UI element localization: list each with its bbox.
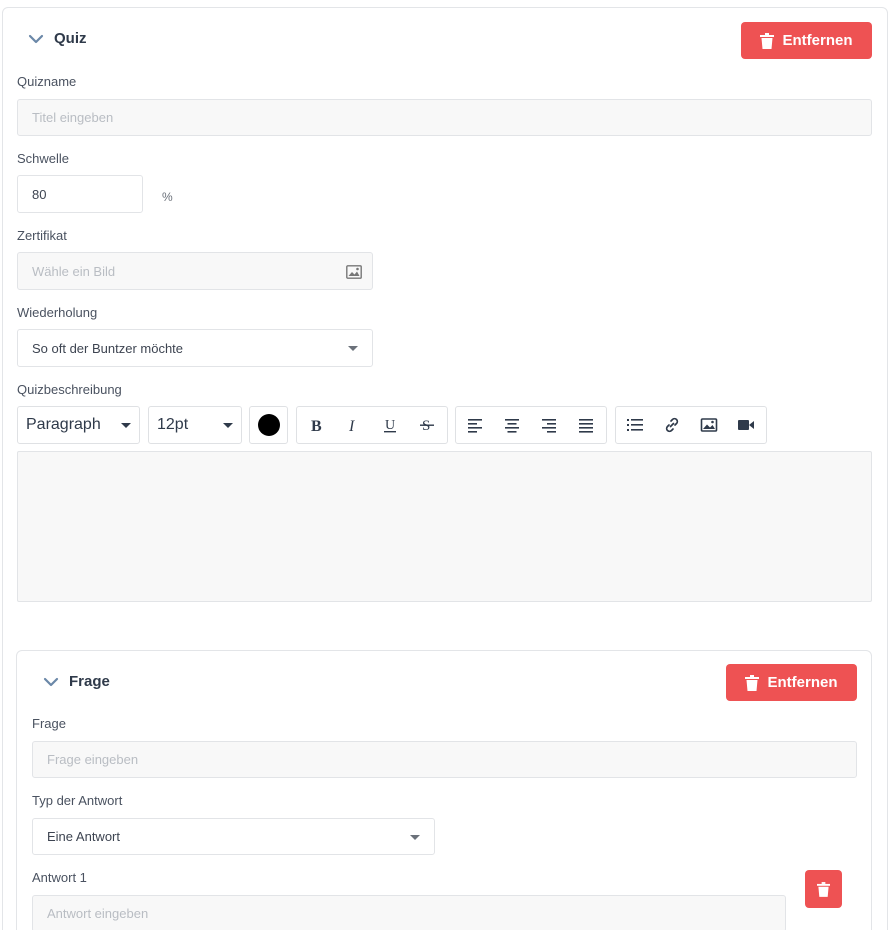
repeat-select[interactable]: So oft der Buntzer möchte xyxy=(17,329,373,367)
underline-button[interactable]: U xyxy=(371,407,408,443)
chevron-down-icon[interactable] xyxy=(28,31,44,47)
font-size-select[interactable]: 12pt xyxy=(148,406,242,444)
insert-video-button[interactable] xyxy=(727,407,764,443)
repeat-selected-value: So oft der Buntzer möchte xyxy=(32,340,184,356)
trash-icon xyxy=(760,32,775,49)
threshold-label: Schwelle xyxy=(17,151,70,166)
remove-quiz-label: Entfernen xyxy=(782,32,853,49)
remove-quiz-button[interactable]: Entfernen xyxy=(741,22,872,59)
answer-type-label: Typ der Antwort xyxy=(32,793,123,808)
chevron-down-icon xyxy=(121,423,131,428)
quiz-name-input[interactable]: Titel eingeben xyxy=(17,99,872,136)
trash-icon xyxy=(745,674,760,691)
bold-icon: B xyxy=(311,418,322,434)
remove-question-label: Entfernen xyxy=(767,674,838,691)
certificate-label: Zertifikat xyxy=(17,228,67,243)
align-justify-icon xyxy=(578,419,593,433)
question-label: Frage xyxy=(32,716,66,731)
color-swatch xyxy=(257,414,280,436)
svg-text:B: B xyxy=(311,418,322,434)
answer1-input[interactable]: Antwort eingeben xyxy=(32,895,786,930)
link-icon xyxy=(665,417,678,433)
align-justify-button[interactable] xyxy=(567,407,604,443)
alignment-group xyxy=(455,406,607,444)
font-size-value: 12pt xyxy=(157,416,189,433)
remove-answer-button[interactable] xyxy=(805,870,842,908)
description-label: Quizbeschreibung xyxy=(17,382,122,397)
image-icon[interactable] xyxy=(346,265,362,279)
answer-type-value: Eine Antwort xyxy=(47,829,120,844)
chevron-down-icon xyxy=(348,346,358,351)
strikethrough-button[interactable]: S xyxy=(408,407,445,443)
italic-icon: I xyxy=(348,418,355,434)
svg-text:I: I xyxy=(348,418,355,434)
remove-question-button[interactable]: Entfernen xyxy=(726,664,857,701)
bullet-list-icon xyxy=(626,419,643,431)
block-format-select[interactable]: Paragraph xyxy=(17,406,140,444)
insert-image-button[interactable] xyxy=(690,407,727,443)
question-input[interactable]: Frage eingeben xyxy=(32,741,857,778)
align-left-icon xyxy=(467,419,482,433)
insert-group xyxy=(615,406,767,444)
answer1-label: Antwort 1 xyxy=(32,870,87,885)
threshold-input[interactable]: 80 xyxy=(17,175,143,213)
align-right-button[interactable] xyxy=(530,407,567,443)
bullet-list-button[interactable] xyxy=(616,407,653,443)
question-title: Frage xyxy=(69,673,110,690)
quiz-header[interactable]: Quiz xyxy=(28,30,87,47)
text-color-button[interactable] xyxy=(249,406,288,444)
underline-icon: U xyxy=(383,418,396,433)
trash-icon xyxy=(817,881,830,897)
certificate-placeholder: Wähle ein Bild xyxy=(32,263,116,279)
certificate-picker[interactable]: Wähle ein Bild xyxy=(17,252,373,290)
bold-button[interactable]: B xyxy=(297,407,334,443)
chevron-down-icon[interactable] xyxy=(43,674,59,690)
answer-type-select[interactable]: Eine Antwort xyxy=(32,818,435,855)
align-center-button[interactable] xyxy=(493,407,530,443)
align-left-button[interactable] xyxy=(456,407,493,443)
video-camera-icon xyxy=(737,420,754,430)
svg-text:U: U xyxy=(385,418,395,433)
text-style-group: B I U S xyxy=(296,406,448,444)
percent-unit: % xyxy=(162,190,173,204)
italic-button[interactable]: I xyxy=(334,407,371,443)
question-header[interactable]: Frage xyxy=(43,673,110,690)
insert-link-button[interactable] xyxy=(653,407,690,443)
align-right-icon xyxy=(541,419,556,433)
image-icon xyxy=(700,418,717,432)
chevron-down-icon xyxy=(410,834,420,840)
quiz-title: Quiz xyxy=(54,30,87,47)
block-format-value: Paragraph xyxy=(26,416,101,433)
repeat-label: Wiederholung xyxy=(17,305,98,320)
quiz-name-label: Quizname xyxy=(17,74,77,89)
svg-text:S: S xyxy=(422,418,430,434)
strikethrough-icon: S xyxy=(419,418,434,434)
align-center-icon xyxy=(504,419,519,433)
chevron-down-icon xyxy=(223,423,233,428)
description-editor[interactable] xyxy=(17,451,872,602)
